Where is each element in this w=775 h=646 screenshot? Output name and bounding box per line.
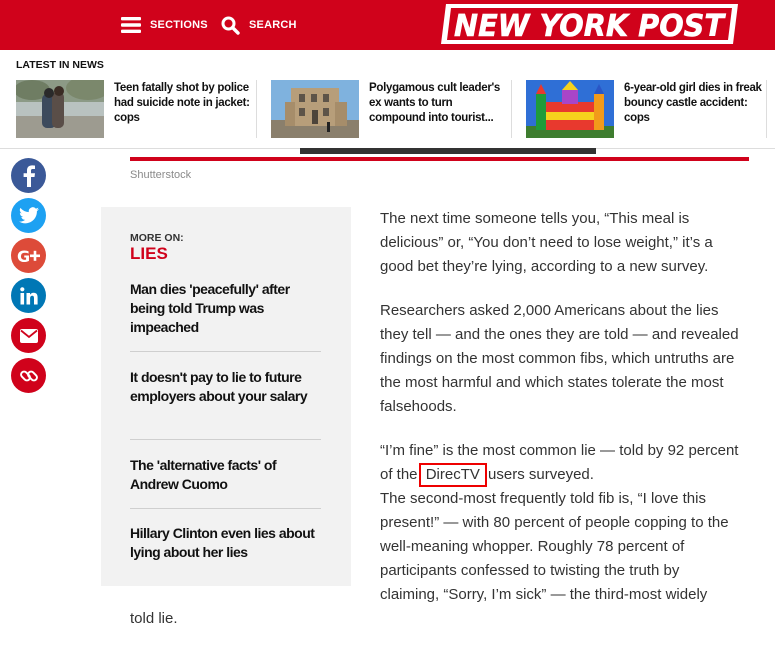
search-icon bbox=[221, 16, 240, 35]
link-icon bbox=[19, 370, 38, 381]
sections-button[interactable]: SECTIONS bbox=[121, 0, 208, 50]
more-on-topic-link[interactable]: LIES bbox=[130, 244, 168, 264]
news-card[interactable]: 6-year-old girl dies in freak bouncy cas… bbox=[526, 80, 766, 138]
highlighted-term-directv[interactable]: DirecTV bbox=[418, 463, 487, 487]
hero-image-bottom bbox=[300, 148, 596, 154]
news-thumbnail[interactable] bbox=[16, 80, 104, 138]
google-plus-share-button[interactable]: G bbox=[11, 238, 46, 273]
search-button[interactable]: SEARCH bbox=[221, 0, 297, 50]
latest-in-news-strip: LATEST IN NEWS Teen fatally shot by poli… bbox=[0, 50, 775, 149]
facebook-share-button[interactable] bbox=[11, 158, 46, 193]
google-plus-icon: G bbox=[17, 248, 40, 264]
hero-image-underline bbox=[130, 157, 749, 161]
search-label: SEARCH bbox=[249, 19, 297, 31]
article-paragraph: The next time someone tells you, “This m… bbox=[380, 210, 713, 275]
related-divider bbox=[130, 351, 321, 352]
related-article-link[interactable]: The 'alternative facts' of Andrew Cuomo bbox=[130, 456, 322, 494]
copy-link-button[interactable] bbox=[11, 358, 46, 393]
news-title[interactable]: Teen fatally shot by police had suicide … bbox=[114, 81, 256, 126]
new-york-post-logo[interactable]: NEW YORK POST bbox=[441, 2, 738, 45]
paragraph-text: users surveyed. bbox=[483, 466, 594, 483]
svg-text:G: G bbox=[17, 248, 30, 264]
news-card[interactable]: Teen fatally shot by police had suicide … bbox=[16, 80, 256, 138]
article-paragraph: Researchers asked 2,000 Americans about … bbox=[380, 302, 739, 415]
news-thumbnail[interactable] bbox=[526, 80, 614, 138]
news-title[interactable]: Polygamous cult leader's ex wants to tur… bbox=[369, 81, 511, 126]
linkedin-icon bbox=[19, 286, 38, 304]
logo-text: NEW YORK POST bbox=[454, 9, 726, 44]
email-share-button[interactable] bbox=[11, 318, 46, 353]
twitter-icon bbox=[18, 207, 39, 224]
paragraph-text: The second-most frequently told fib is, … bbox=[380, 490, 729, 603]
twitter-share-button[interactable] bbox=[11, 198, 46, 233]
email-icon bbox=[19, 328, 38, 343]
news-thumbnail[interactable] bbox=[271, 80, 359, 138]
more-on-label: MORE ON: bbox=[130, 232, 184, 244]
related-divider bbox=[130, 508, 321, 509]
linkedin-share-button[interactable] bbox=[11, 278, 46, 313]
related-article-link[interactable]: Hillary Clinton even lies about lying ab… bbox=[130, 524, 322, 562]
top-navigation-bar: SECTIONS SEARCH NEW YORK POST bbox=[0, 0, 775, 50]
article-paragraph: “I’m fine” is the most common lie — told… bbox=[380, 439, 740, 607]
hamburger-menu-icon bbox=[121, 17, 141, 33]
latest-in-news-heading: LATEST IN NEWS bbox=[16, 59, 104, 71]
news-divider bbox=[766, 80, 767, 138]
related-divider bbox=[130, 439, 321, 440]
article-paragraph-continued: told lie. bbox=[130, 610, 178, 627]
image-credit: Shutterstock bbox=[130, 169, 192, 181]
sections-label: SECTIONS bbox=[150, 19, 208, 31]
news-card[interactable]: Polygamous cult leader's ex wants to tur… bbox=[271, 80, 511, 138]
related-article-link[interactable]: Man dies 'peacefully' after being told T… bbox=[130, 280, 322, 337]
news-divider bbox=[511, 80, 512, 138]
news-divider bbox=[256, 80, 257, 138]
more-on-panel: MORE ON: LIES Man dies 'peacefully' afte… bbox=[101, 207, 351, 586]
facebook-icon bbox=[23, 164, 35, 187]
news-title[interactable]: 6-year-old girl dies in freak bouncy cas… bbox=[624, 81, 766, 126]
related-article-link[interactable]: It doesn't pay to lie to future employer… bbox=[130, 368, 322, 406]
